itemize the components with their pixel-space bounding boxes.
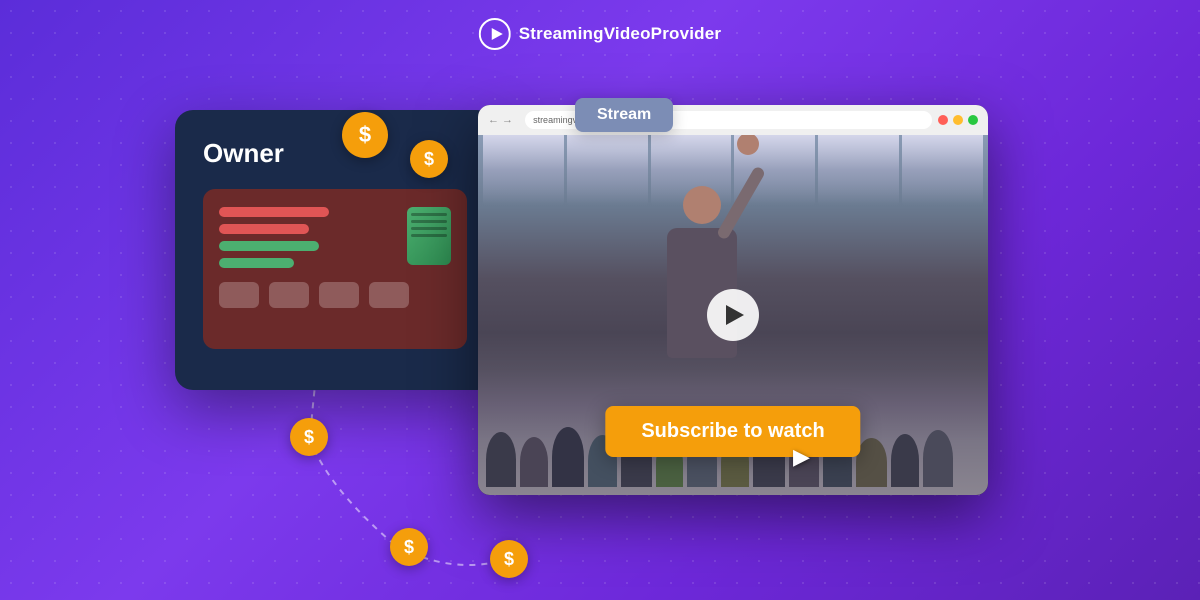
card-line-green-1 [219, 241, 319, 251]
card-number-dots [219, 282, 451, 308]
window-minimize-btn [953, 115, 963, 125]
dollar-badge-2: $ [410, 140, 448, 178]
card-line-green-2 [219, 258, 294, 268]
header: StreamingVideoProvider [479, 18, 721, 50]
credit-card-illustration [203, 189, 467, 349]
browser-window-controls [938, 115, 978, 125]
card-dot-2 [269, 282, 309, 308]
browser-nav-arrows: ← → [488, 114, 513, 126]
mouse-cursor: ▶ [793, 444, 810, 470]
ceiling-light-2 [567, 135, 648, 205]
subscribe-button[interactable]: Subscribe to watch [605, 406, 860, 457]
play-triangle-icon [726, 305, 744, 325]
stream-badge: Stream [575, 98, 673, 132]
ceiling-light-5 [818, 135, 899, 205]
window-close-btn [938, 115, 948, 125]
dollar-badge-1: $ [342, 112, 388, 158]
ceiling-light-6 [902, 135, 983, 205]
browser-bar: ← → streamingvideoprovider.com [478, 105, 988, 135]
ceiling-light-1 [483, 135, 564, 205]
card-chip [407, 207, 451, 265]
brand-name: StreamingVideoProvider [519, 24, 721, 44]
card-dot-4 [369, 282, 409, 308]
stream-panel: ← → streamingvideoprovider.com [478, 105, 988, 495]
card-dot-1 [219, 282, 259, 308]
card-line-red-1 [219, 207, 329, 217]
brand-logo-icon [479, 18, 511, 50]
dollar-badge-3: $ [290, 418, 328, 456]
ceiling-lights [478, 135, 988, 205]
dollar-badge-4: $ [390, 528, 428, 566]
card-line-red-2 [219, 224, 309, 234]
window-maximize-btn [968, 115, 978, 125]
dollar-badge-5: $ [490, 540, 528, 578]
play-button[interactable] [707, 289, 759, 341]
video-area: Subscribe to watch ▶ [478, 135, 988, 495]
card-dot-3 [319, 282, 359, 308]
